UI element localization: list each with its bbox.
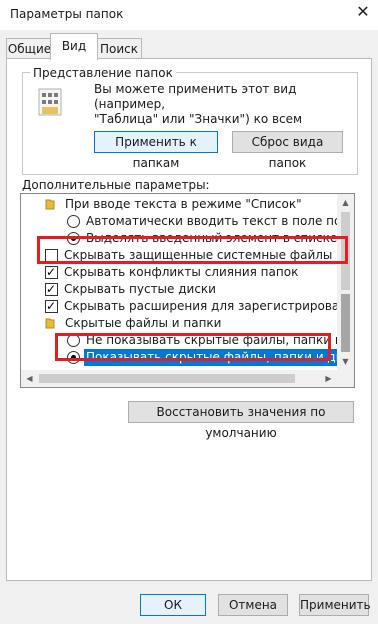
checkbox-icon[interactable]	[45, 264, 58, 281]
tab-search[interactable]: Поиск	[96, 38, 142, 59]
scroll-down-icon[interactable]: ▼	[337, 353, 354, 370]
tree-item-label: Скрывать конфликты слияния папок	[64, 265, 299, 279]
tab-view[interactable]: Вид	[50, 33, 98, 60]
scrollbar-corner	[337, 370, 354, 387]
scroll-up-icon[interactable]: ▲	[337, 194, 354, 211]
advanced-settings-label: Дополнительные параметры:	[22, 178, 210, 192]
radio-icon[interactable]	[67, 215, 80, 228]
close-icon[interactable]: ✕	[352, 2, 374, 22]
tree-item-label: Автоматически вводить текст в поле поиск…	[86, 214, 355, 228]
folder-views-icon	[38, 88, 62, 116]
apply-to-folders-button[interactable]: Применить к папкам	[94, 131, 218, 170]
horizontal-scrollbar[interactable]: ◀ ▶	[21, 370, 337, 387]
apply-button[interactable]: Применить	[299, 594, 371, 616]
checkbox-icon[interactable]	[45, 281, 58, 298]
highlight-annotation-hide-protected	[37, 236, 348, 264]
scroll-thumb-horizontal[interactable]	[39, 374, 295, 383]
restore-defaults-button[interactable]: Восстановить значения по умолчанию	[128, 401, 354, 440]
tree-item-label: Скрывать пустые диски	[64, 282, 216, 296]
reset-folders-button[interactable]: Сброс вида папок	[232, 131, 343, 170]
tree-item-label: Скрытые файлы и папки	[65, 316, 222, 330]
scroll-left-icon[interactable]: ◀	[21, 370, 38, 387]
folder-icon	[45, 199, 55, 210]
cancel-button[interactable]: Отмена	[218, 594, 288, 616]
vertical-scrollbar[interactable]: ▲ ▼	[337, 194, 354, 370]
tree-item-label: Скрывать расширения для зарегистрированн…	[64, 299, 354, 313]
folder-views-legend: Представление папок	[30, 66, 176, 80]
highlight-annotation-show-hidden	[55, 333, 331, 361]
window-title: Параметры папок	[10, 7, 124, 21]
scroll-right-icon[interactable]: ▶	[320, 370, 337, 387]
tree-item-label: При вводе текста в режиме "Список"	[65, 197, 302, 211]
checkbox-icon[interactable]	[45, 298, 58, 315]
ok-button[interactable]: ОК	[140, 594, 206, 616]
folder-icon	[45, 318, 55, 329]
scroll-thumb[interactable]	[341, 294, 350, 352]
tab-general[interactable]: Общие	[6, 38, 53, 59]
